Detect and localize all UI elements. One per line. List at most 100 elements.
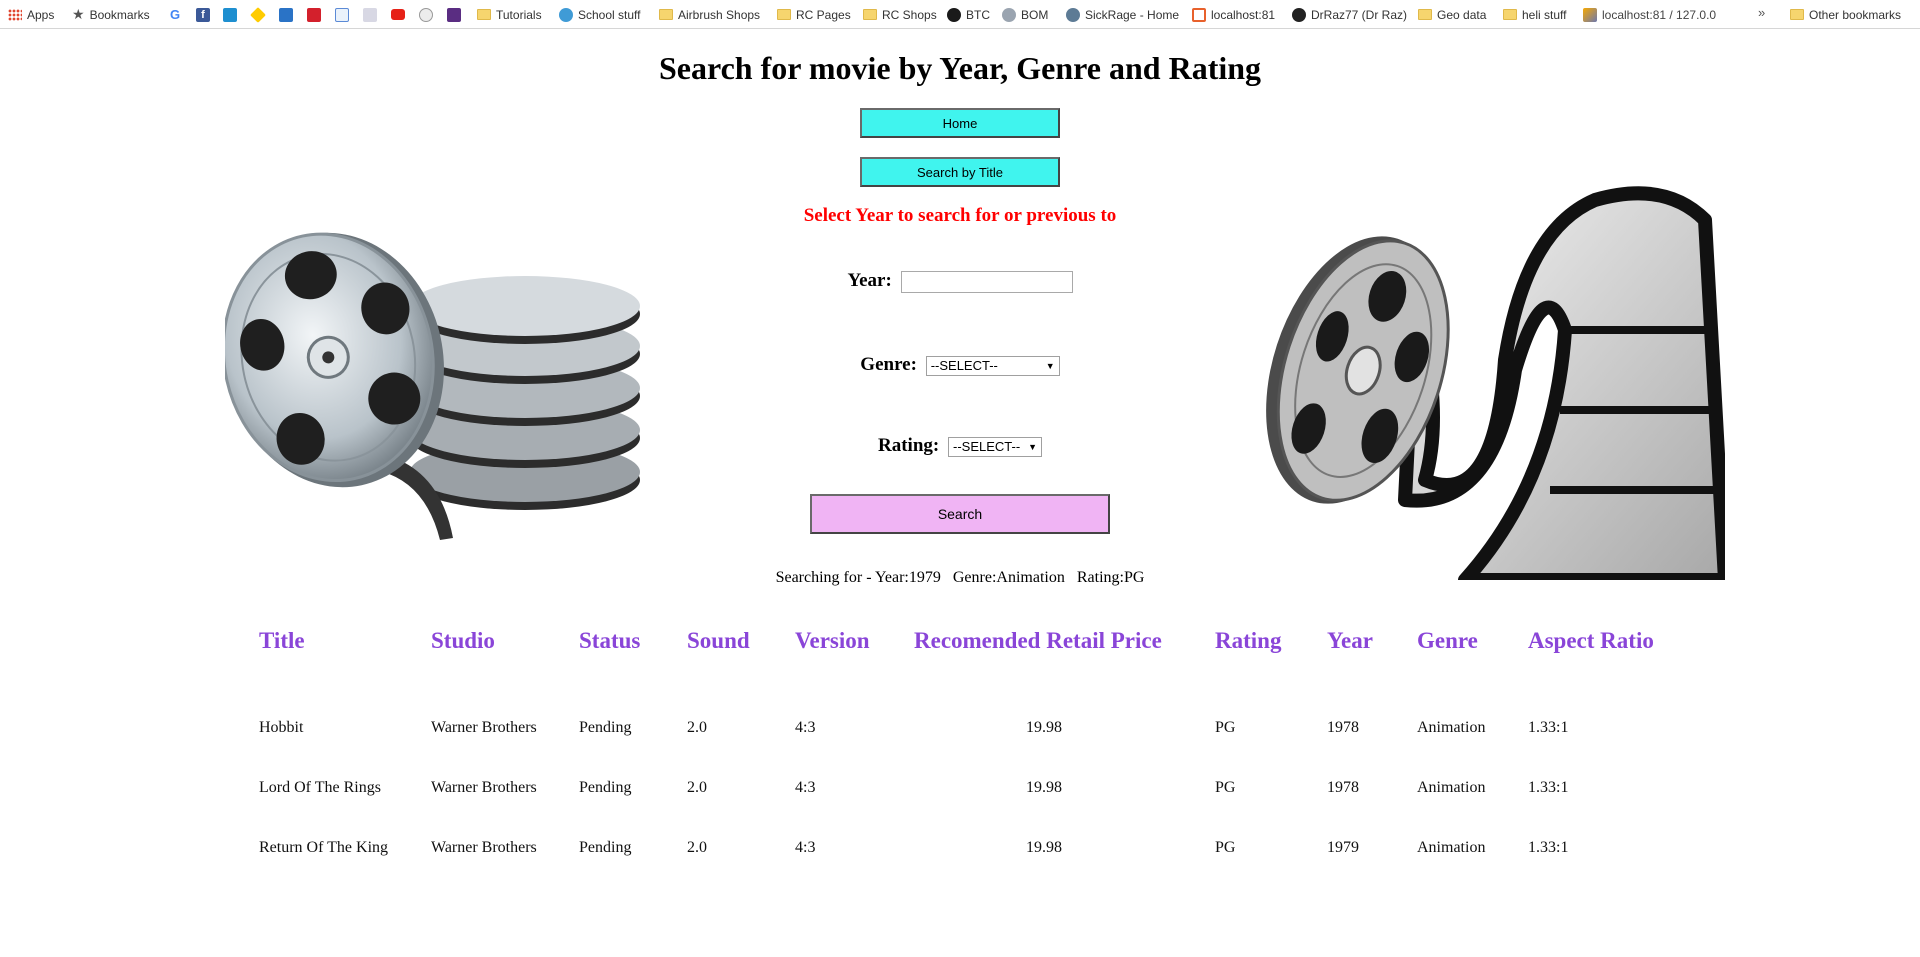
site-icon: [307, 7, 321, 22]
cell-studio: Warner Brothers: [431, 719, 537, 736]
year-row: Year:: [0, 270, 1920, 293]
bookmark-heli-stuff[interactable]: heli stuff: [1503, 6, 1566, 23]
rating-select-value: --SELECT--: [952, 439, 1021, 455]
cell-version: 4:3: [795, 779, 816, 796]
bookmark-youtube[interactable]: [391, 6, 410, 23]
site-icon: [1066, 7, 1080, 22]
bookmark-other-bookmarks[interactable]: Other bookmarks: [1790, 6, 1901, 23]
year-label: Year:: [847, 270, 892, 291]
bookmark-bookmarks[interactable]: ★ Bookmarks: [72, 6, 150, 23]
apps-grid-icon: [8, 8, 22, 21]
cell-sound: 2.0: [687, 779, 707, 796]
bookmark-bom[interactable]: BOM: [1002, 6, 1048, 23]
cell-title: Hobbit: [259, 719, 304, 736]
reddit-icon: [419, 7, 433, 22]
cell-status: Pending: [579, 839, 632, 856]
cell-rating: PG: [1215, 839, 1236, 856]
site-icon: [363, 7, 377, 22]
film-reel-strip-image-right: [1266, 186, 1725, 580]
bookmark-github-drraz[interactable]: DrRaz77 (Dr Raz): [1292, 6, 1407, 23]
bookmark-site-3[interactable]: [307, 6, 326, 23]
folder-icon: [1418, 9, 1432, 20]
cell-genre: Animation: [1417, 779, 1486, 796]
cell-rating: PG: [1215, 779, 1236, 796]
bookmark-reddit[interactable]: [419, 6, 438, 23]
site-icon: [1192, 7, 1206, 22]
bookmark-btc[interactable]: BTC: [947, 6, 990, 23]
cell-genre: Animation: [1417, 839, 1486, 856]
star-icon: ★: [72, 6, 85, 22]
bookmark-commbank[interactable]: [250, 6, 270, 23]
page-title: Search for movie by Year, Genre and Rati…: [658, 50, 1262, 86]
cell-sound: 2.0: [687, 839, 707, 856]
cell-sound: 2.0: [687, 719, 707, 736]
bookmarks-overflow-chevron[interactable]: »: [1758, 5, 1765, 20]
cell-version: 4:3: [795, 839, 816, 856]
bookmark-site-2[interactable]: [279, 6, 298, 23]
stacked-reels: [410, 276, 640, 510]
youtube-icon: [391, 9, 405, 20]
cell-aspect-ratio: 1.33:1: [1528, 839, 1569, 856]
google-icon: G: [170, 7, 181, 22]
cell-year: 1978: [1327, 779, 1359, 796]
search-by-title-button[interactable]: Search by Title: [860, 157, 1060, 187]
summary-rating: Rating:PG: [1076, 569, 1145, 586]
genre-label: Genre:: [860, 354, 917, 375]
folder-icon: [777, 9, 791, 20]
bookmark-site-6[interactable]: [447, 6, 466, 23]
search-button[interactable]: Search: [810, 494, 1110, 534]
col-header-rating: Rating: [1215, 628, 1282, 653]
cell-rrp: 19.98: [1026, 839, 1062, 856]
bookmark-phpmyadmin[interactable]: localhost:81 / 127.0.0: [1583, 6, 1716, 23]
bookmark-rc-pages[interactable]: RC Pages: [777, 6, 851, 23]
site-icon: [1002, 7, 1016, 22]
bookmark-site-5[interactable]: [363, 6, 382, 23]
bookmark-localhost[interactable]: localhost:81: [1192, 6, 1275, 23]
bookmark-site-4[interactable]: [335, 6, 354, 23]
bookmark-school-stuff[interactable]: School stuff: [559, 6, 640, 23]
cell-year: 1979: [1327, 839, 1359, 856]
rating-row: Rating: --SELECT-- ▼: [0, 435, 1920, 457]
year-input[interactable]: [900, 270, 1073, 293]
chevron-down-icon: ▼: [1045, 360, 1055, 371]
bookmark-rc-shops[interactable]: RC Shops: [863, 6, 937, 23]
film-strip: [1398, 186, 1725, 580]
home-button[interactable]: Home: [860, 108, 1060, 138]
genre-row: Genre: --SELECT-- ▼: [0, 354, 1920, 376]
folder-icon: [1790, 9, 1804, 20]
bookmark-apps[interactable]: Apps: [8, 6, 54, 23]
site-icon: [223, 7, 237, 22]
cell-rating: PG: [1215, 719, 1236, 736]
col-header-studio: Studio: [431, 628, 495, 653]
cell-studio: Warner Brothers: [431, 839, 537, 856]
cell-status: Pending: [579, 779, 632, 796]
col-header-aspect-ratio: Aspect Ratio: [1528, 628, 1654, 653]
genre-select[interactable]: --SELECT-- ▼: [925, 355, 1060, 376]
commbank-icon: [250, 6, 266, 23]
bookmark-site-1[interactable]: [223, 6, 242, 23]
col-header-rrp: Recomended Retail Price: [914, 628, 1162, 653]
cell-aspect-ratio: 1.33:1: [1528, 779, 1569, 796]
bookmark-geo-data[interactable]: Geo data: [1418, 6, 1486, 23]
cell-rrp: 19.98: [1026, 719, 1062, 736]
bookmark-google[interactable]: G: [170, 6, 180, 23]
cell-genre: Animation: [1417, 719, 1486, 736]
site-icon: [947, 7, 961, 22]
cell-studio: Warner Brothers: [431, 779, 537, 796]
bookmark-sickrage[interactable]: SickRage - Home: [1066, 6, 1179, 23]
bookmark-tutorials[interactable]: Tutorials: [477, 6, 542, 23]
cell-rrp: 19.98: [1026, 779, 1062, 796]
cell-title: Lord Of The Rings: [259, 779, 381, 796]
folder-icon: [659, 9, 673, 20]
chevron-down-icon: ▼: [1028, 441, 1037, 452]
folder-icon: [477, 9, 491, 20]
col-header-status: Status: [579, 628, 641, 653]
bookmark-facebook[interactable]: f: [196, 6, 215, 23]
folder-icon: [863, 9, 877, 20]
col-header-sound: Sound: [687, 628, 750, 653]
bookmark-airbrush-shops[interactable]: Airbrush Shops: [659, 6, 760, 23]
summary-genre: Genre:Animation: [952, 569, 1065, 586]
rating-select[interactable]: --SELECT-- ▼: [947, 436, 1042, 457]
site-icon: [447, 7, 461, 22]
site-icon: [279, 7, 293, 22]
